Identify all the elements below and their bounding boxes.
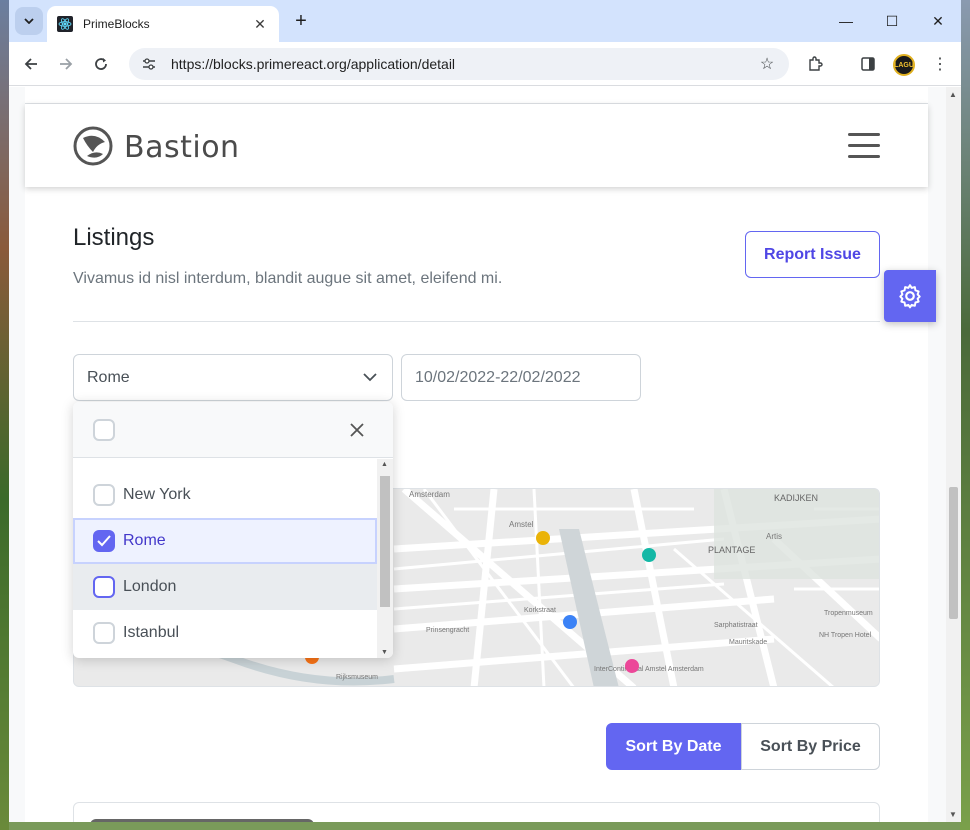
list-item[interactable]: New York [73,472,377,518]
scroll-thumb[interactable] [949,487,958,619]
close-icon[interactable] [347,420,367,440]
map-label-korkstraat: Korkstraat [524,607,556,614]
option-label: New York [123,486,191,503]
tab-strip: PrimeBlocks ✕ + — ☐ ✕ [9,0,961,42]
map-label-nh-tropen-hotel: NH Tropen Hotel [819,632,872,639]
map-marker[interactable] [563,615,577,629]
sort-by-date-button[interactable]: Sort By Date [606,723,741,770]
panel-header [73,402,393,458]
app-header: Bastion [25,104,928,187]
city-option-list: New York Rome London Istanbul [73,459,377,658]
option-label: Istanbul [123,624,180,641]
site-settings-icon[interactable] [137,52,161,76]
scroll-up-icon[interactable]: ▲ [381,461,388,468]
gear-icon [899,284,921,309]
close-window-button[interactable]: ✕ [923,8,953,34]
date-range-input[interactable]: 10/02/2022-22/02/2022 [401,354,641,401]
map-label-kadijken: KADIJKEN [774,493,818,503]
listing-card[interactable] [73,802,880,822]
map-label-intercontinental: InterContinental Amstel Amsterdam [594,666,704,673]
map-label-plantage: PLANTAGE [708,545,755,555]
sort-by-price-button[interactable]: Sort By Price [741,723,880,770]
map-label-prinsengracht: Prinsengracht [426,627,469,634]
settings-button[interactable] [884,270,936,322]
checkmark-icon [97,535,111,547]
profile-avatar[interactable]: LAGU [893,54,915,76]
tab-search-button[interactable] [15,7,43,35]
extensions-icon[interactable] [801,50,829,78]
map-label-artis: Artis [766,532,782,541]
logo-text[interactable]: Bastion [124,130,240,165]
option-checkbox[interactable] [93,484,115,506]
hamburger-menu-icon[interactable] [848,133,880,159]
map-label-sarphatistraat: Sarphatistraat [714,622,758,629]
chevron-down-icon [24,18,34,24]
page-viewport: Bastion Listings Vivamus id nisl interdu… [9,87,961,822]
chevron-down-icon [363,373,377,382]
url-text[interactable]: https://blocks.primereact.org/applicatio… [171,56,753,72]
list-item[interactable]: Rome [73,518,377,564]
map-marker[interactable] [625,659,639,673]
scroll-thumb[interactable] [380,476,390,607]
divider [73,321,880,322]
city-dropdown-value: Rome [87,368,130,386]
minimize-button[interactable]: — [831,8,861,34]
option-checkbox[interactable] [93,576,115,598]
back-arrow-icon[interactable] [17,50,45,78]
panel-scrollbar[interactable]: ▲ ▼ [377,459,393,658]
bookmark-star-icon[interactable]: ☆ [753,54,781,74]
forward-arrow-icon[interactable] [52,50,80,78]
option-label: Rome [123,532,166,549]
map-label-amsterdam: Amsterdam [409,490,450,499]
address-bar[interactable]: https://blocks.primereact.org/applicatio… [129,48,789,80]
map-label-amstel: Amstel [509,520,534,529]
select-all-checkbox[interactable] [93,419,115,441]
maximize-button[interactable]: ☐ [877,8,907,34]
bastion-logo-icon [73,126,113,166]
page-subtitle: Vivamus id nisl interdum, blandit augue … [73,270,503,287]
option-label: London [123,578,177,595]
reload-icon[interactable] [87,50,115,78]
desktop-background-left [0,0,9,830]
page-content: Bastion Listings Vivamus id nisl interdu… [25,87,928,822]
tab-title: PrimeBlocks [83,17,150,31]
browser-menu-icon[interactable]: ⋮ [926,50,954,78]
listing-image [90,819,314,822]
option-checkbox[interactable] [93,622,115,644]
side-panel-icon[interactable] [854,50,882,78]
browser-window: PrimeBlocks ✕ + — ☐ ✕ https://blocks.pri… [9,0,961,822]
page-title: Listings [73,224,155,251]
desktop-background-right [960,0,970,830]
map-label-mauritskade: Mauritskade [729,639,767,646]
option-checkbox[interactable] [93,530,115,552]
city-dropdown[interactable]: Rome [73,354,393,401]
city-dropdown-panel: New York Rome London Istanbul ▲ ▼ [73,402,393,658]
new-tab-button[interactable]: + [289,9,313,33]
browser-toolbar: https://blocks.primereact.org/applicatio… [9,42,961,86]
map-marker[interactable] [642,548,656,562]
scroll-down-icon[interactable]: ▼ [381,649,388,656]
scroll-up-icon[interactable]: ▲ [949,90,957,99]
browser-tab[interactable]: PrimeBlocks ✕ [47,6,279,42]
map-label-tropenmuseum: Tropenmuseum [824,610,873,617]
list-item[interactable]: London [73,564,377,610]
tab-close-icon[interactable]: ✕ [251,16,269,33]
map-marker[interactable] [536,531,550,545]
report-issue-button[interactable]: Report Issue [745,231,880,278]
list-item[interactable]: Istanbul [73,610,377,656]
page-scrollbar[interactable]: ▲ ▼ [946,87,961,822]
scroll-down-icon[interactable]: ▼ [949,810,957,819]
map-label-rijksmuseum: Rijksmuseum [336,674,378,681]
react-logo-icon [57,16,73,32]
